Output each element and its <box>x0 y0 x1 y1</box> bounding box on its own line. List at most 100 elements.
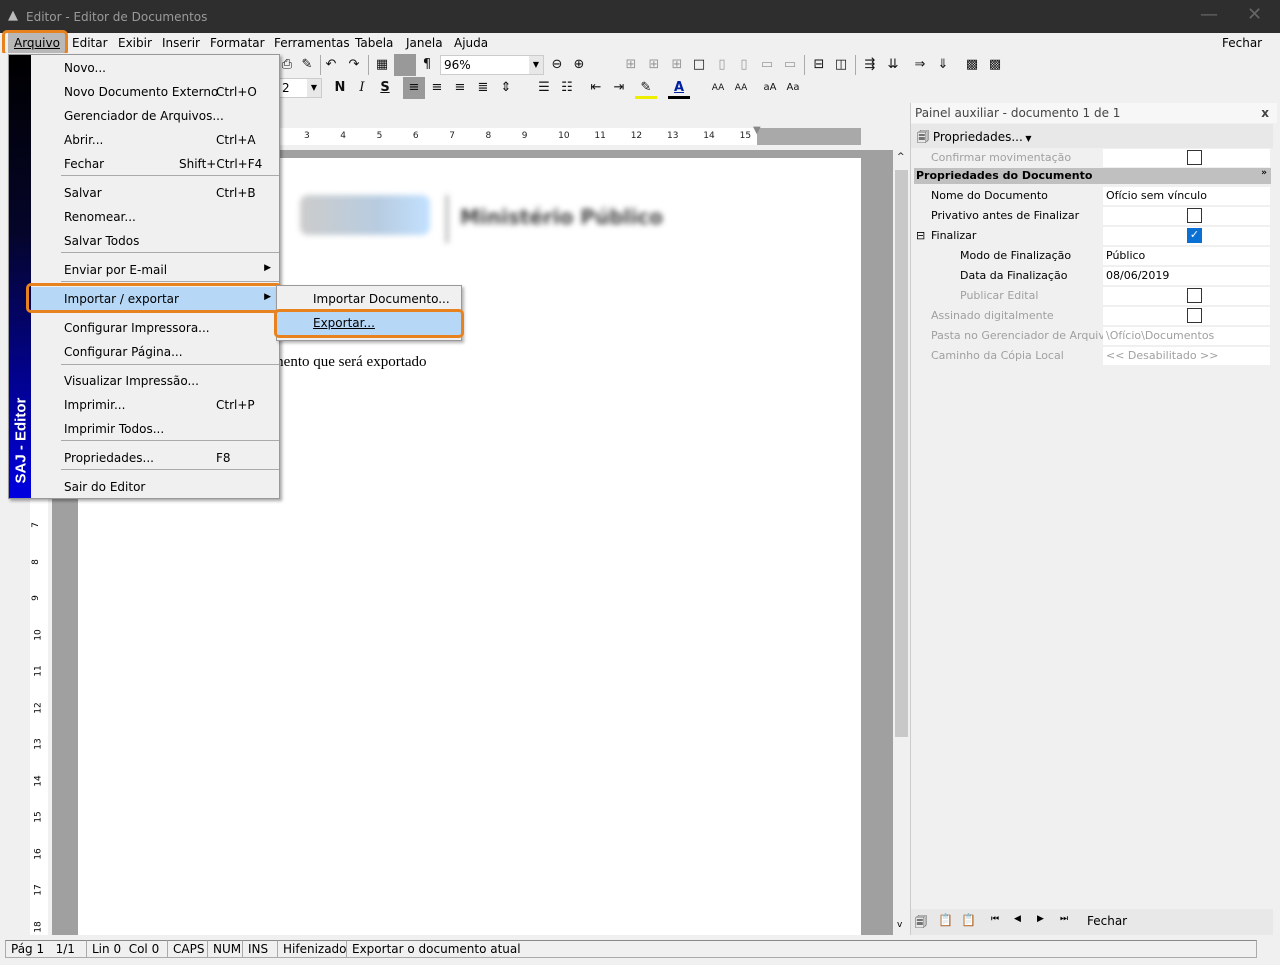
menu-formatar[interactable]: Formatar <box>210 36 265 50</box>
app-logo-icon: ▲ <box>8 8 18 23</box>
grow-font-icon[interactable]: AA <box>707 77 729 99</box>
zoom-select[interactable]: 96% ▼ <box>440 55 544 75</box>
paste-icon[interactable]: 📋 <box>938 913 953 927</box>
table-autoformat-icon[interactable]: ▩ <box>984 54 1006 76</box>
menu-item-propriedades[interactable]: Propriedades... F8 <box>31 446 279 470</box>
pilcrow-icon[interactable]: ¶ <box>416 54 438 76</box>
finalize-mode-field[interactable]: Público <box>1103 247 1270 265</box>
justify-icon[interactable]: ≣ <box>472 77 494 99</box>
indent-marker-icon[interactable]: ▼ <box>753 125 761 136</box>
merge-cols-icon[interactable]: ◫ <box>830 54 852 76</box>
close-window-button[interactable]: ✕ <box>1247 4 1262 25</box>
collapse-icon[interactable]: ⊟ <box>916 229 925 242</box>
confirm-checkbox[interactable] <box>1187 150 1202 165</box>
signed-checkbox[interactable] <box>1187 308 1202 323</box>
collapse-icon[interactable]: » <box>1261 168 1267 178</box>
insert-row-icon[interactable]: ⇶ <box>859 54 881 76</box>
menu-item-shortcut: Ctrl+O <box>216 85 257 99</box>
align-left-icon[interactable]: ≡ <box>403 77 425 99</box>
merge-rows-icon[interactable]: ⊟ <box>808 54 830 76</box>
lowercase-icon[interactable]: aA <box>759 77 781 99</box>
menu-ferramentas[interactable]: Ferramentas <box>274 36 350 50</box>
borders-icon[interactable]: ⊞ <box>620 54 642 76</box>
delete-row-icon[interactable]: ⇒ <box>909 54 931 76</box>
properties-dropdown[interactable]: Propriedades... <box>933 130 1023 144</box>
menu-item-renomear[interactable]: Renomear... <box>31 205 279 229</box>
menu-item-novo-documento-externo[interactable]: Novo Documento Externo Ctrl+O <box>31 80 279 104</box>
right-border-icon[interactable]: ▯ <box>733 54 755 76</box>
finalize-date-field[interactable]: 08/06/2019 <box>1103 267 1270 285</box>
align-right-icon[interactable]: ≡ <box>449 77 471 99</box>
highlight-color-icon[interactable]: ✎ <box>635 77 657 99</box>
previous-icon[interactable]: ◀ <box>1014 914 1021 924</box>
menu-item-sair-do-editor[interactable]: Sair do Editor <box>31 475 279 499</box>
publish-checkbox[interactable] <box>1187 288 1202 303</box>
private-checkbox[interactable] <box>1187 208 1202 223</box>
menu-item-enviar-por-e-mail[interactable]: Enviar por E-mail ▶ <box>31 258 279 282</box>
bullet-list-icon[interactable]: ☰ <box>533 77 555 99</box>
menu-item-novo[interactable]: Novo... <box>31 56 279 80</box>
outer-border-icon[interactable]: □ <box>688 54 710 76</box>
menu-item-imprimir[interactable]: Imprimir... Ctrl+P <box>31 393 279 417</box>
menu-editar[interactable]: Editar <box>72 36 108 50</box>
menu-item-gerenciador-de-arquivos[interactable]: Gerenciador de Arquivos... <box>31 104 279 128</box>
finalize-checkbox[interactable]: ✓ <box>1187 228 1202 243</box>
font-color-icon[interactable]: A <box>668 77 690 99</box>
underline-button[interactable]: S <box>374 77 396 99</box>
zoom-out-icon[interactable]: ⊖ <box>546 54 568 76</box>
grid-lines-icon[interactable]: ⊞ <box>666 54 688 76</box>
uppercase-icon[interactable]: Aa <box>782 77 804 99</box>
table-icon[interactable]: ▦ <box>371 54 393 76</box>
bottom-border-icon[interactable]: ▭ <box>779 54 801 76</box>
italic-button[interactable]: I <box>351 77 373 99</box>
menu-item-configurar-página[interactable]: Configurar Página... <box>31 340 279 364</box>
top-border-icon[interactable]: ▭ <box>756 54 778 76</box>
menu-item-fechar[interactable]: Fechar Shift+Ctrl+F4 <box>31 152 279 176</box>
delete-column-icon[interactable]: ⇓ <box>932 54 954 76</box>
scroll-down-icon[interactable]: v <box>897 920 902 930</box>
copy-icon[interactable]: 🗐 <box>915 913 927 934</box>
decrease-indent-icon[interactable]: ⇤ <box>585 77 607 99</box>
insert-column-icon[interactable]: ⇊ <box>882 54 904 76</box>
menu-item-salvar[interactable]: Salvar Ctrl+B <box>31 181 279 205</box>
section-header[interactable]: Propriedades do Documento » <box>914 168 1271 184</box>
close-document-button[interactable]: Fechar <box>1222 36 1262 50</box>
menu-item-importar-documento[interactable]: Importar Documento... <box>277 287 461 311</box>
first-icon[interactable]: ⏮ <box>991 914 999 924</box>
status-page: Pág 1 <box>11 942 45 956</box>
menu-tabela[interactable]: Tabela <box>355 36 393 50</box>
menu-exibir[interactable]: Exibir <box>118 36 152 50</box>
menu-ajuda[interactable]: Ajuda <box>454 36 488 50</box>
bold-button[interactable]: N <box>329 77 351 99</box>
shrink-font-icon[interactable]: AA <box>730 77 752 99</box>
line-spacing-icon[interactable]: ⇕ <box>495 77 517 99</box>
menu-item-imprimir-todos[interactable]: Imprimir Todos... <box>31 417 279 441</box>
menu-janela[interactable]: Janela <box>406 36 443 50</box>
undo-icon[interactable]: ↶ <box>320 54 342 76</box>
next-icon[interactable]: ▶ <box>1037 914 1044 924</box>
minimize-button[interactable]: — <box>1200 4 1218 25</box>
table-properties-icon[interactable]: ▩ <box>961 54 983 76</box>
panel-close-button[interactable]: x <box>1261 106 1269 120</box>
panel-fechar-button[interactable]: Fechar <box>1087 914 1127 928</box>
redo-icon[interactable]: ↷ <box>343 54 365 76</box>
format-painter-icon[interactable]: ✎ <box>296 54 318 76</box>
menu-item-configurar-impressora[interactable]: Configurar Impressora... <box>31 316 279 340</box>
scrollbar-thumb[interactable] <box>895 170 908 737</box>
menu-inserir[interactable]: Inserir <box>162 36 200 50</box>
align-center-icon[interactable]: ≡ <box>426 77 448 99</box>
document-name-field[interactable]: Ofício sem vínculo <box>1103 187 1270 205</box>
menu-item-visualizar-impressão[interactable]: Visualizar Impressão... <box>31 369 279 393</box>
last-icon[interactable]: ⏭ <box>1060 914 1068 924</box>
increase-indent-icon[interactable]: ⇥ <box>608 77 630 99</box>
left-border-icon[interactable]: ▯ <box>711 54 733 76</box>
menu-item-abrir[interactable]: Abrir... Ctrl+A <box>31 128 279 152</box>
clipboard-icon[interactable]: 📋 <box>961 913 976 927</box>
menu-item-salvar-todos[interactable]: Salvar Todos <box>31 229 279 253</box>
numbered-list-icon[interactable]: ☷ <box>556 77 578 99</box>
zoom-in-icon[interactable]: ⊕ <box>568 54 590 76</box>
font-size-select[interactable]: 2 ▼ <box>278 78 322 98</box>
inner-borders-icon[interactable]: ⊞ <box>643 54 665 76</box>
scroll-up-icon[interactable]: ^ <box>897 152 905 162</box>
grid-icon[interactable] <box>394 54 416 76</box>
